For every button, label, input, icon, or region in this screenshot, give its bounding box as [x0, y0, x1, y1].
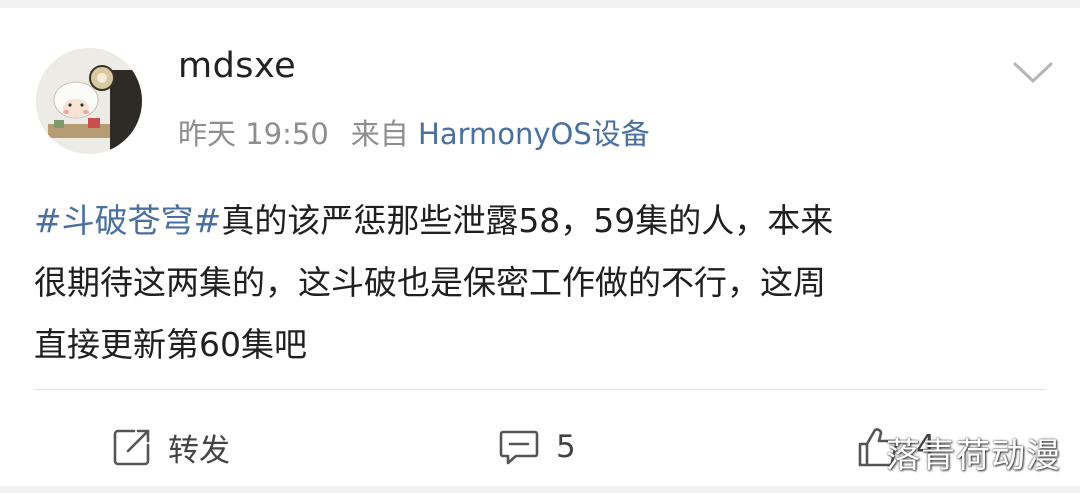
- topic-link[interactable]: #斗破苍穹#: [34, 201, 221, 240]
- source-prefix: 来自: [350, 117, 409, 151]
- avatar-image: [36, 48, 142, 154]
- comment-count: 5: [556, 429, 576, 465]
- chevron-down-icon[interactable]: [1012, 60, 1054, 86]
- comment-button[interactable]: 5: [498, 422, 576, 472]
- post-text-line3: 直接更新第60集吧: [34, 325, 307, 364]
- avatar[interactable]: [36, 48, 142, 154]
- username[interactable]: mdsxe: [178, 46, 296, 86]
- repost-button[interactable]: 转发: [112, 422, 230, 472]
- watermark-text: 落青荷动漫: [886, 436, 1061, 476]
- weibo-post-card: mdsxe 昨天 19:50 来自 HarmonyOS设备 #斗破苍穹#真的该严惩…: [0, 8, 1080, 486]
- post-meta: 昨天 19:50 来自 HarmonyOS设备: [178, 111, 650, 153]
- post-text-line1: 真的该严惩那些泄露58，59集的人，本来: [221, 201, 834, 240]
- post-body: #斗破苍穹#真的该严惩那些泄露58，59集的人，本来 很期待这两集的，这斗破也是…: [34, 190, 1044, 376]
- comment-icon: [498, 427, 540, 467]
- divider: [34, 389, 1046, 390]
- repost-label: 转发: [168, 432, 230, 469]
- repost-icon: [112, 427, 152, 467]
- post-time: 昨天 19:50: [178, 117, 329, 151]
- post-text-line2: 很期待这两集的，这斗破也是保密工作做的不行，这周: [34, 263, 826, 302]
- post-source[interactable]: HarmonyOS设备: [418, 117, 650, 151]
